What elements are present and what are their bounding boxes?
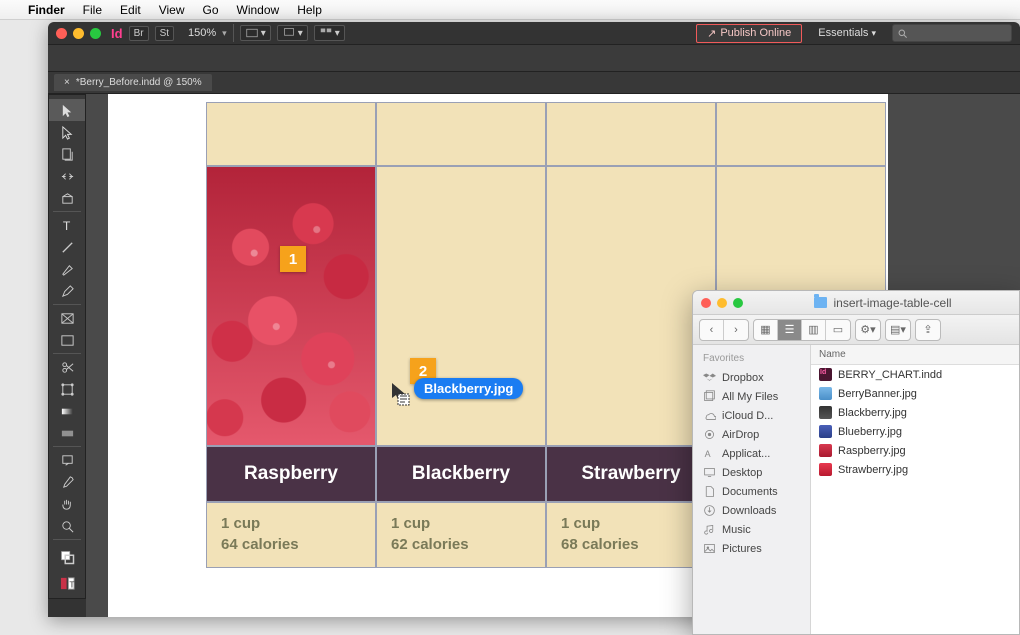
sidebar-applications[interactable]: AApplicat... [693,444,810,463]
column-header-name[interactable]: Name [811,345,1019,365]
gap-tool[interactable] [49,165,85,187]
finder-window: insert-image-table-cell ‹› ▦☰▥▭ ⚙︎▾ ▤▾ ⇪… [692,290,1020,635]
scissors-tool[interactable] [49,356,85,378]
sidebar-music[interactable]: Music [693,520,810,539]
arrange-button[interactable]: ▾ [314,25,345,41]
file-blueberry[interactable]: Blueberry.jpg [811,422,1019,441]
menu-go[interactable]: Go [203,3,219,17]
indesign-file-icon [819,368,832,381]
rectangle-frame-tool[interactable] [49,307,85,329]
menu-help[interactable]: Help [297,3,322,17]
mac-menubar: Finder File Edit View Go Window Help [0,0,1020,20]
gradient-swatch-tool[interactable] [49,400,85,422]
view-switcher[interactable]: ▦☰▥▭ [753,319,851,341]
document-tab-bar: ×*Berry_Before.indd @ 150% [48,72,1020,94]
workspace-switcher[interactable]: Essentials ▾ [808,27,886,39]
cell-strawberry-image[interactable] [546,166,716,446]
sidebar-icloud[interactable]: iCloud D... [693,406,810,425]
zoom-tool[interactable] [49,515,85,537]
drag-filename-tooltip: Blackberry.jpg [414,378,523,399]
cell-name-strawberry[interactable]: Strawberry [546,446,716,502]
menu-window[interactable]: Window [237,3,280,17]
type-tool[interactable]: T [49,214,85,236]
free-transform-tool[interactable] [49,378,85,400]
cell-raspberry-image[interactable] [206,166,376,446]
note-tool[interactable] [49,449,85,471]
sidebar-airdrop[interactable]: AirDrop [693,425,810,444]
cell-name-raspberry[interactable]: Raspberry [206,446,376,502]
image-file-icon [819,425,832,438]
cell-cal-strawberry[interactable]: 1 cup68 calories [546,502,716,568]
raspberry-photo [207,167,375,445]
close-tab-icon[interactable]: × [64,77,70,88]
file-blackberry[interactable]: Blackberry.jpg [811,403,1019,422]
rectangle-tool[interactable] [49,329,85,351]
sidebar-header-favorites: Favorites [693,351,810,368]
image-file-icon [819,406,832,419]
finder-traffic-lights[interactable] [701,298,743,308]
tools-panel: T T [48,94,86,599]
screen-mode-button[interactable]: ▾ [277,25,308,41]
fill-stroke-swatch[interactable] [49,542,85,572]
indesign-titlebar: Id Br St 150% ▾ ▾ ▾ ▾ ↗Publish Online Es… [48,22,1020,44]
menubar-app-name[interactable]: Finder [28,3,65,17]
sidebar-all-my-files[interactable]: All My Files [693,387,810,406]
sidebar-documents[interactable]: Documents [693,482,810,501]
cell-cal-raspberry[interactable]: 1 cup64 calories [206,502,376,568]
view-options-button[interactable]: ▾ [240,25,271,41]
sidebar-desktop[interactable]: Desktop [693,463,810,482]
content-collector-tool[interactable] [49,187,85,209]
menu-file[interactable]: File [83,3,102,17]
eyedropper-tool[interactable] [49,471,85,493]
callout-1: 1 [280,246,306,272]
finder-sidebar: Favorites Dropbox All My Files iCloud D.… [693,345,811,634]
formatting-affects-toggle[interactable]: T [49,572,85,594]
image-file-icon [819,387,832,400]
finder-titlebar[interactable]: insert-image-table-cell [693,291,1019,315]
hand-tool[interactable] [49,493,85,515]
image-file-icon [819,463,832,476]
sidebar-dropbox[interactable]: Dropbox [693,368,810,387]
indesign-control-panel [48,44,1020,72]
bridge-button[interactable]: Br [129,26,149,41]
pencil-tool[interactable] [49,280,85,302]
indesign-traffic-lights[interactable] [56,28,101,39]
selection-tool[interactable] [49,99,85,121]
pen-tool[interactable] [49,258,85,280]
menu-edit[interactable]: Edit [120,3,141,17]
cell-cal-blackberry[interactable]: 1 cup62 calories [376,502,546,568]
finder-title-label: insert-image-table-cell [833,296,951,310]
place-cursor-icon [390,382,412,406]
arrange-menu[interactable]: ⚙︎▾ [855,319,881,341]
svg-text:A: A [705,449,711,459]
folder-icon [814,297,827,308]
line-tool[interactable] [49,236,85,258]
file-berry-chart[interactable]: BERRY_CHART.indd [811,365,1019,384]
page-tool[interactable] [49,143,85,165]
file-berrybanner[interactable]: BerryBanner.jpg [811,384,1019,403]
action-menu[interactable]: ▤▾ [885,319,911,341]
gradient-feather-tool[interactable] [49,422,85,444]
svg-text:T: T [69,579,74,589]
finder-file-list: Name BERRY_CHART.indd BerryBanner.jpg Bl… [811,345,1019,634]
publish-online-button[interactable]: ↗Publish Online [696,24,802,43]
indesign-logo-icon: Id [111,26,123,41]
zoom-level[interactable]: 150% [188,27,216,39]
direct-selection-tool[interactable] [49,121,85,143]
file-strawberry[interactable]: Strawberry.jpg [811,460,1019,479]
menu-view[interactable]: View [159,3,185,17]
sidebar-pictures[interactable]: Pictures [693,539,810,558]
nav-back-forward[interactable]: ‹› [699,319,749,341]
search-field[interactable] [892,24,1012,42]
finder-toolbar: ‹› ▦☰▥▭ ⚙︎▾ ▤▾ ⇪ [693,315,1019,345]
stock-button[interactable]: St [155,26,174,41]
sidebar-downloads[interactable]: Downloads [693,501,810,520]
svg-text:T: T [62,219,70,233]
document-tab[interactable]: ×*Berry_Before.indd @ 150% [54,74,212,91]
file-raspberry[interactable]: Raspberry.jpg [811,441,1019,460]
cell-name-blackberry[interactable]: Blackberry [376,446,546,502]
image-file-icon [819,444,832,457]
share-button[interactable]: ⇪ [915,319,941,341]
